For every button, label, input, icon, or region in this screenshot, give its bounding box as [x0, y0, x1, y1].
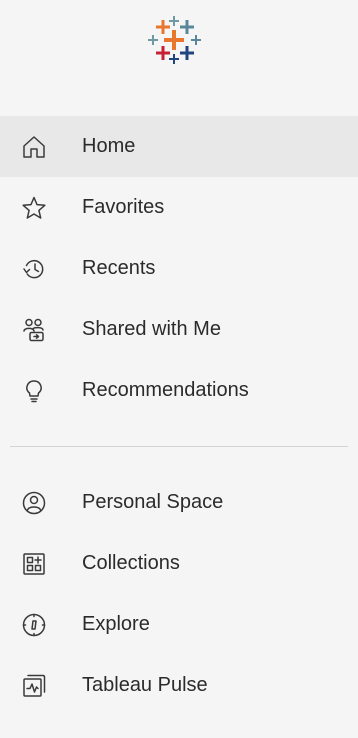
nav-item-shared-with-me[interactable]: Shared with Me — [0, 299, 358, 360]
star-icon — [20, 194, 48, 222]
nav-divider — [10, 446, 348, 447]
nav-item-personal-space[interactable]: Personal Space — [0, 472, 358, 533]
sidebar: Home Favorites Recents Shared with Me Re… — [0, 0, 358, 738]
lightbulb-icon — [20, 377, 48, 405]
nav-item-label: Home — [82, 135, 136, 157]
nav-item-label: Tableau Pulse — [82, 674, 208, 696]
nav-item-label: Favorites — [82, 196, 165, 218]
nav-item-recents[interactable]: Recents — [0, 238, 358, 299]
home-icon — [20, 133, 48, 161]
nav-item-favorites[interactable]: Favorites — [0, 177, 358, 238]
tableau-logo-icon[interactable] — [146, 14, 212, 80]
compass-icon — [20, 611, 48, 639]
pulse-icon — [20, 672, 48, 700]
nav-item-explore[interactable]: Explore — [0, 594, 358, 655]
secondary-nav: Personal Space Collections Explore Table… — [0, 472, 358, 716]
nav-item-collections[interactable]: Collections — [0, 533, 358, 594]
nav-item-home[interactable]: Home — [0, 116, 358, 177]
collections-icon — [20, 550, 48, 578]
primary-nav: Home Favorites Recents Shared with Me Re… — [0, 116, 358, 421]
nav-item-label: Collections — [82, 552, 180, 574]
nav-item-recommendations[interactable]: Recommendations — [0, 360, 358, 421]
shared-with-me-icon — [20, 316, 48, 344]
nav-item-label: Recommendations — [82, 379, 249, 401]
nav-item-tableau-pulse[interactable]: Tableau Pulse — [0, 655, 358, 716]
recents-icon — [20, 255, 48, 283]
nav-item-label: Recents — [82, 257, 156, 279]
nav-item-label: Explore — [82, 613, 150, 635]
personal-space-icon — [20, 489, 48, 517]
nav-item-label: Personal Space — [82, 491, 224, 513]
nav-item-label: Shared with Me — [82, 318, 221, 340]
